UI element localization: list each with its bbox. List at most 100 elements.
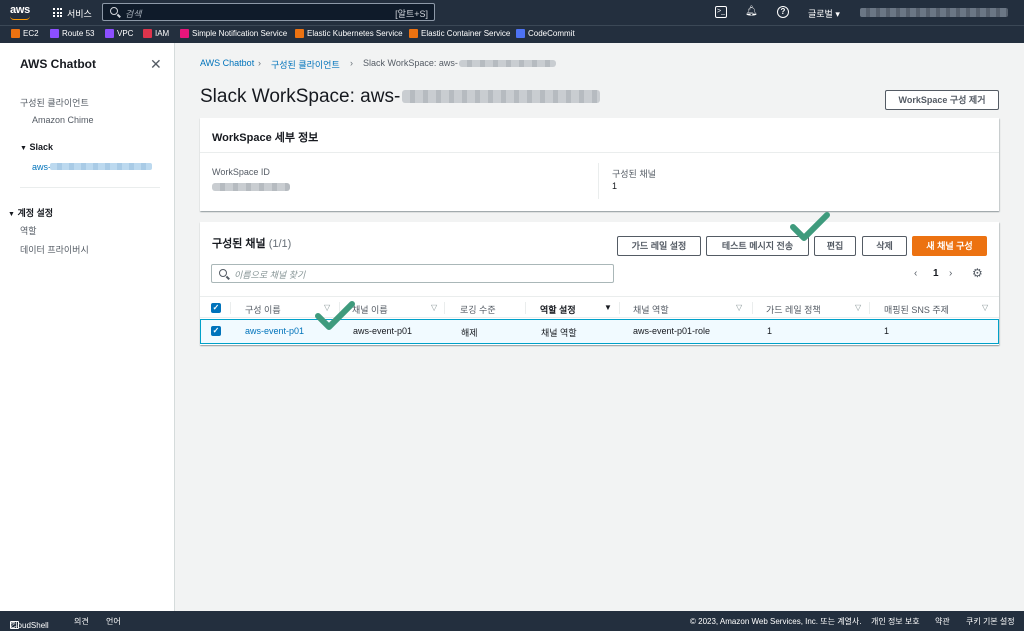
footer: >_ CloudShell 의견 언어 © 2023, Amazon Web S… xyxy=(0,611,1024,631)
eks-icon xyxy=(295,29,304,38)
favorite-codecommit[interactable]: CodeCommit xyxy=(516,29,575,38)
ecs-icon xyxy=(409,29,418,38)
channel-filter-input[interactable]: 이름으로 채널 찾기 xyxy=(211,264,614,283)
feedback-link[interactable]: 의견 xyxy=(74,616,89,627)
search-placeholder: 검색 xyxy=(125,9,142,19)
row-channel-name: aws-event-p01 xyxy=(353,326,413,336)
sidebar-section-slack[interactable]: ▼ Slack xyxy=(20,142,53,152)
services-grid-icon[interactable] xyxy=(53,8,62,17)
aws-logo[interactable]: aws xyxy=(10,4,30,20)
page-title: Slack WorkSpace: aws- xyxy=(200,86,601,108)
page-number[interactable]: 1 xyxy=(933,268,939,279)
filter-placeholder: 이름으로 채널 찾기 xyxy=(234,270,306,280)
breadcrumb-current: Slack WorkSpace: aws- xyxy=(363,58,556,68)
column-divider xyxy=(619,302,620,314)
workspace-id-label: WorkSpace ID xyxy=(212,167,270,177)
caret-down-icon: ▼ xyxy=(20,145,27,152)
sidebar-divider xyxy=(20,187,160,188)
sort-active-icon[interactable]: ▼ xyxy=(604,303,612,312)
row-config-name-link[interactable]: aws-event-p01 xyxy=(245,326,304,336)
column-divider xyxy=(525,302,526,314)
favorite-sns[interactable]: Simple Notification Service xyxy=(180,29,287,38)
favorite-route53[interactable]: Route 53 xyxy=(50,29,94,38)
row-sns-topics: 1 xyxy=(884,326,890,336)
sidebar-item-amazon-chime[interactable]: Amazon Chime xyxy=(32,115,94,125)
cloudshell-icon[interactable]: >_ xyxy=(715,6,727,18)
sidebar-item-role[interactable]: 역할 xyxy=(20,224,37,237)
sort-icon[interactable]: ▽ xyxy=(855,303,861,312)
workspace-id-value xyxy=(212,183,290,191)
sns-icon xyxy=(180,29,189,38)
services-menu[interactable]: 서비스 xyxy=(67,7,92,20)
prev-page-icon[interactable]: ‹ xyxy=(914,268,917,279)
cookie-settings-link[interactable]: 쿠키 기본 설정 xyxy=(966,616,1015,627)
region-selector[interactable]: 글로벌 ▾ xyxy=(808,7,840,20)
search-icon xyxy=(110,7,118,15)
column-channel-name[interactable]: 채널 이름 xyxy=(352,303,388,316)
sort-icon[interactable]: ▽ xyxy=(982,303,988,312)
favorite-ecs[interactable]: Elastic Container Service xyxy=(409,29,510,38)
sidebar-item-configured-clients[interactable]: 구성된 클라이언트 xyxy=(20,96,89,109)
column-logging-level[interactable]: 로깅 수준 xyxy=(460,303,496,316)
column-divider xyxy=(598,163,599,199)
select-all-checkbox[interactable]: ✓ xyxy=(211,303,221,313)
column-role-setting[interactable]: 역할 설정 xyxy=(540,303,576,316)
details-header: WorkSpace 세부 정보 xyxy=(212,132,319,144)
workspace-details-card: WorkSpace 세부 정보 WorkSpace ID 구성된 채널 1 xyxy=(200,118,999,211)
bell-icon[interactable]: 🔔︎ xyxy=(745,6,758,18)
search-input[interactable]: 검색 [알트+S] xyxy=(102,3,435,21)
sort-icon[interactable]: ▽ xyxy=(431,303,437,312)
codecommit-icon xyxy=(516,29,525,38)
favorite-vpc[interactable]: VPC xyxy=(105,29,133,38)
sidebar: AWS Chatbot ✕ 구성된 클라이언트 Amazon Chime ▼ S… xyxy=(0,43,175,611)
chevron-right-icon: › xyxy=(350,58,353,68)
terms-link[interactable]: 약관 xyxy=(935,616,950,627)
sidebar-item-data-privacy[interactable]: 데이터 프라이버시 xyxy=(20,243,89,256)
configured-channels-value: 1 xyxy=(612,181,618,191)
remove-workspace-button[interactable]: WorkSpace 구성 제거 xyxy=(885,90,999,110)
new-channel-button[interactable]: 새 채널 구성 xyxy=(912,236,987,256)
row-checkbox[interactable]: ✓ xyxy=(211,326,221,336)
close-icon[interactable]: ✕ xyxy=(150,56,162,73)
column-divider xyxy=(869,302,870,314)
column-channel-role[interactable]: 채널 역할 xyxy=(633,303,669,316)
column-config-name[interactable]: 구성 이름 xyxy=(245,303,281,316)
search-icon xyxy=(219,269,227,277)
copyright-text: © 2023, Amazon Web Services, Inc. 또는 계열사… xyxy=(690,617,862,626)
delete-button[interactable]: 삭제 xyxy=(862,236,907,256)
column-divider xyxy=(444,302,445,314)
favorites-bar: EC2 Route 53 VPC IAM Simple Notification… xyxy=(0,25,1024,43)
breadcrumb-aws-chatbot[interactable]: AWS Chatbot xyxy=(200,58,254,68)
settings-gear-icon[interactable]: ⚙ xyxy=(972,266,983,280)
breadcrumb-configured-clients[interactable]: 구성된 클라이언트 xyxy=(271,58,340,71)
account-menu[interactable] xyxy=(860,8,1008,17)
favorite-eks[interactable]: Elastic Kubernetes Service xyxy=(295,29,403,38)
sort-icon[interactable]: ▽ xyxy=(736,303,742,312)
help-icon[interactable]: ? xyxy=(777,6,789,18)
row-role-setting: 채널 역할 xyxy=(541,328,577,338)
row-logging-level: 해제 xyxy=(461,328,478,338)
chevron-right-icon: › xyxy=(258,58,261,68)
divider xyxy=(200,152,999,153)
guardrail-settings-button[interactable]: 가드 레일 설정 xyxy=(617,236,701,256)
configured-channels-label: 구성된 채널 xyxy=(612,169,656,179)
vpc-icon xyxy=(105,29,114,38)
sidebar-title: AWS Chatbot xyxy=(20,57,96,71)
row-guardrail-policies: 1 xyxy=(767,326,773,336)
search-shortcut: [알트+S] xyxy=(395,9,428,19)
column-divider xyxy=(752,302,753,314)
column-divider xyxy=(230,302,231,314)
annotation-checkmark-icon xyxy=(315,301,355,330)
next-page-icon[interactable]: › xyxy=(949,268,952,279)
caret-down-icon: ▼ xyxy=(8,211,15,218)
favorite-ec2[interactable]: EC2 xyxy=(11,29,39,38)
language-link[interactable]: 언어 xyxy=(106,616,121,627)
favorite-iam[interactable]: IAM xyxy=(143,29,169,38)
column-sns-topics[interactable]: 매핑된 SNS 주제 xyxy=(884,303,949,316)
route53-icon xyxy=(50,29,59,38)
sidebar-item-workspace[interactable]: aws- xyxy=(32,162,152,172)
sidebar-section-account-settings[interactable]: ▼ 계정 설정 xyxy=(8,206,53,219)
ec2-icon xyxy=(11,29,20,38)
column-guardrail-policies[interactable]: 가드 레일 정책 xyxy=(766,303,821,316)
privacy-link[interactable]: 개인 정보 보호 xyxy=(871,616,920,627)
